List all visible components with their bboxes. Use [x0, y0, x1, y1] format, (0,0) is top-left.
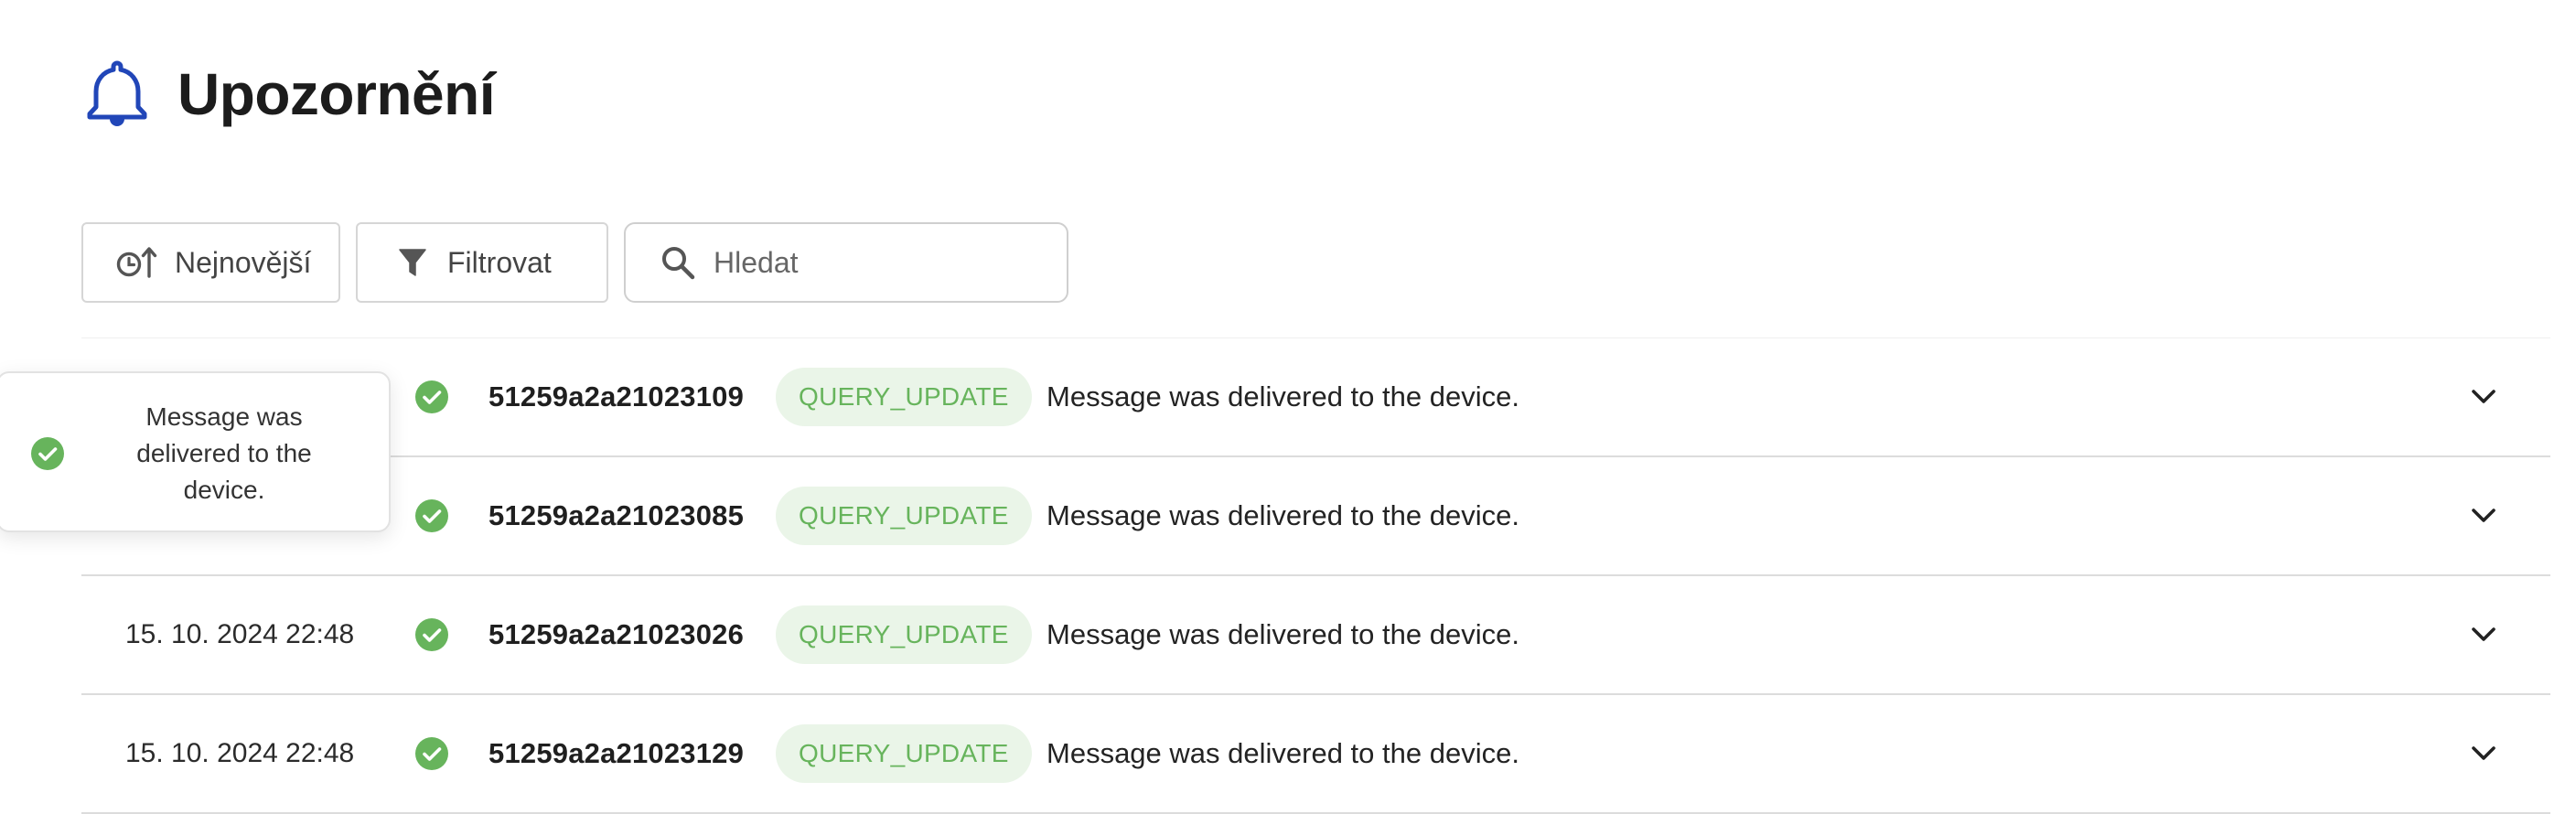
check-circle-icon	[415, 499, 448, 532]
filter-button-label: Filtrovat	[447, 245, 552, 279]
status-tooltip: Message was delivered to the device.	[0, 371, 391, 532]
notification-date: 15. 10. 2024 22:48	[125, 738, 355, 768]
chevron-down-icon[interactable]	[2471, 745, 2496, 762]
notification-row[interactable]: 15. 10. 2024 22:48 51259a2a21023026 QUER…	[81, 576, 2550, 695]
toolbar: Nejnovější Filtrovat	[81, 222, 1068, 303]
notification-id: 51259a2a21023026	[488, 618, 745, 650]
check-circle-icon	[415, 618, 448, 651]
filter-button[interactable]: Filtrovat	[356, 222, 608, 303]
page-title: Upozornění	[177, 61, 495, 127]
type-badge: QUERY_UPDATE	[776, 487, 1032, 545]
search-icon	[662, 247, 695, 280]
notification-row[interactable]: 15. 10. 2024 22:48 51259a2a21023129 QUER…	[81, 695, 2550, 814]
chevron-down-icon[interactable]	[2471, 508, 2496, 524]
chevron-down-icon[interactable]	[2471, 627, 2496, 643]
search-field[interactable]	[624, 222, 1068, 303]
search-input[interactable]	[712, 244, 1045, 281]
notification-id: 51259a2a21023109	[488, 380, 745, 412]
bell-icon	[87, 60, 147, 126]
notification-id: 51259a2a21023085	[488, 499, 745, 531]
notification-date: 15. 10. 2024 22:48	[125, 619, 355, 649]
page-header: Upozornění	[84, 53, 495, 135]
notification-message: Message was delivered to the device.	[1046, 737, 1519, 769]
notification-id: 51259a2a21023129	[488, 737, 745, 769]
notification-row[interactable]: 51259a2a21023109 QUERY_UPDATE Message wa…	[81, 337, 2550, 457]
notification-message: Message was delivered to the device.	[1046, 618, 1519, 650]
clock-sort-icon	[116, 247, 157, 278]
filter-icon	[399, 249, 426, 276]
check-circle-icon	[31, 437, 64, 470]
notification-message: Message was delivered to the device.	[1046, 499, 1519, 531]
type-badge: QUERY_UPDATE	[776, 724, 1032, 783]
type-badge: QUERY_UPDATE	[776, 605, 1032, 664]
notification-row[interactable]: 51259a2a21023085 QUERY_UPDATE Message wa…	[81, 457, 2550, 576]
notification-list: 51259a2a21023109 QUERY_UPDATE Message wa…	[81, 337, 2550, 814]
chevron-down-icon[interactable]	[2471, 389, 2496, 405]
sort-button[interactable]: Nejnovější	[81, 222, 340, 303]
tooltip-text: Message was delivered to the device.	[136, 402, 312, 504]
notification-message: Message was delivered to the device.	[1046, 380, 1519, 412]
type-badge: QUERY_UPDATE	[776, 368, 1032, 426]
sort-button-label: Nejnovější	[175, 245, 312, 279]
check-circle-icon	[415, 380, 448, 413]
check-circle-icon	[415, 737, 448, 770]
